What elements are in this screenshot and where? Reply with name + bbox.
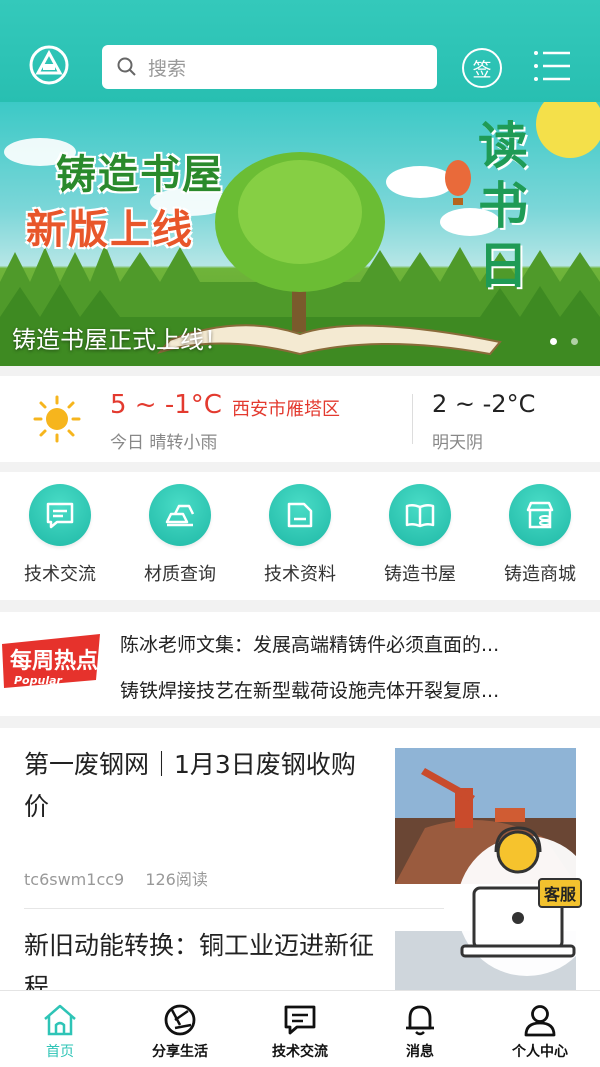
tab-tech-exchange[interactable]: 技术交流 [240,991,360,1067]
hot-badge-text: 每周热点 [10,648,98,674]
person-icon [524,1005,556,1037]
weekly-hot-section: 每周热点 Popular 陈冰老师文集：发展高端精铸件必须直面的... 铸铁焊接… [0,612,600,716]
quick-nav-material-search[interactable]: 材质查询 [120,472,240,600]
customer-service-label: 客服 [538,878,583,908]
chat-icon [284,1005,316,1035]
banner-dot-1[interactable] [550,338,557,345]
tomorrow-description: 明天阴 [432,433,483,453]
tab-share-life[interactable]: 分享生活 [120,991,240,1067]
aperture-icon [164,1004,196,1036]
top-header: 搜索 签 [0,0,600,102]
book-icon [405,503,435,528]
folder-icon [287,502,313,528]
quick-nav-label: 技术资料 [264,564,336,585]
search-icon [117,57,136,76]
hot-badge-subtext: Popular [14,674,63,687]
banner-title-line1: 铸造书屋 [56,152,224,198]
weather-location: 西安市雁塔区 [232,399,340,420]
banner-pagination [550,338,578,345]
banner-side-text: 读书日 [478,117,528,295]
quick-nav-store[interactable]: 铸造商城 [480,472,600,600]
article-read-count: 126阅读 [145,870,208,889]
today-temperature: 5 ~ -1°C [110,390,222,420]
weekly-hot-badge: 每周热点 Popular [2,634,100,688]
banner-title-line2: 新版上线 [26,207,194,253]
bell-icon [406,1005,434,1036]
chat-icon [46,502,74,529]
sunny-icon [33,395,81,443]
customer-service-button[interactable]: 客服 [452,826,597,976]
quick-nav-label: 铸造书屋 [384,564,456,585]
tab-profile[interactable]: 个人中心 [480,991,600,1067]
banner-caption: 铸造书屋正式上线！ [12,326,228,354]
quick-nav-tech-docs[interactable]: 技术资料 [240,472,360,600]
article-meta: tc6swm1cc9 126阅读 [24,866,224,890]
tab-label: 个人中心 [512,1044,568,1060]
quick-nav-tech-exchange[interactable]: 技术交流 [0,472,120,600]
search-placeholder: 搜索 [148,57,187,80]
quick-nav-bookstore[interactable]: 铸造书屋 [360,472,480,600]
tab-label: 首页 [46,1044,74,1060]
tab-messages[interactable]: 消息 [360,991,480,1067]
app-screen: 搜索 签 铸造书屋 新版上线 读书日 铸造书屋正式上线！ 5 ~ -1°C 西安… [0,0,600,1067]
hot-news-item[interactable]: 铸铁焊接技艺在新型载荷设施壳体开裂复原... [120,676,580,703]
sign-in-button[interactable]: 签 [462,48,502,88]
banner-dot-2[interactable] [571,338,578,345]
menu-icon[interactable] [532,48,572,84]
hot-news-item[interactable]: 陈冰老师文集：发展高端精铸件必须直面的... [120,630,580,657]
tab-label: 分享生活 [152,1044,208,1060]
quick-nav-label: 铸造商城 [504,564,576,585]
ingot-icon [165,504,195,527]
article-author: tc6swm1cc9 [24,870,125,889]
tab-label: 技术交流 [272,1044,328,1060]
store-icon [526,501,554,529]
search-bar[interactable]: 搜索 [102,45,437,89]
home-icon [44,1004,76,1036]
bottom-tab-bar: 首页 分享生活 技术交流 消息 个人中心 [0,990,600,1067]
quick-nav-label: 材质查询 [144,564,216,585]
app-logo-icon[interactable] [28,44,70,86]
article-title: 第一废钢网｜1月3日废钢收购价 [24,750,356,821]
quick-nav-label: 技术交流 [24,564,96,585]
promo-banner[interactable]: 铸造书屋 新版上线 读书日 铸造书屋正式上线！ [0,102,600,366]
today-description: 今日 晴转小雨 [110,433,218,453]
article-title: 新旧动能转换：铜工业迈进新征程 [24,931,375,990]
tomorrow-temperature: 2 ~ -2°C [432,390,536,418]
weather-card[interactable]: 5 ~ -1°C 西安市雁塔区 今日 晴转小雨 2 ~ -2°C 明天阴 [0,376,600,462]
tab-home[interactable]: 首页 [0,991,120,1067]
weather-divider [412,394,413,444]
tab-label: 消息 [406,1044,434,1060]
quick-nav: 技术交流 材质查询 技术资料 铸造书屋 铸造商城 [0,472,600,600]
